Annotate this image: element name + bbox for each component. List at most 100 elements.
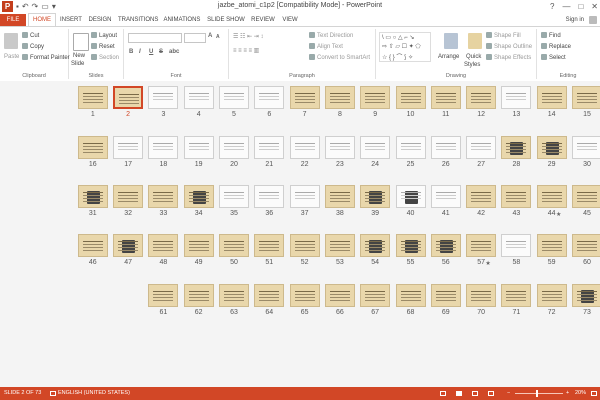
help-icon[interactable]: ? — [550, 0, 554, 13]
slide-thumbnail[interactable] — [395, 284, 426, 307]
slide-thumbnail[interactable] — [219, 234, 249, 257]
slide-thumbnail[interactable] — [501, 185, 532, 208]
slide-thumbnail[interactable] — [466, 136, 497, 159]
paste-icon[interactable] — [4, 33, 18, 49]
shape-fill-button[interactable]: Shape Fill — [486, 32, 521, 40]
bullets-icon[interactable]: ☰ ☷ ⇤ ⇥ ↕ — [233, 33, 263, 41]
slide-thumbnail[interactable] — [501, 284, 532, 307]
normal-view-icon[interactable] — [440, 391, 446, 396]
slide-thumbnail[interactable] — [536, 185, 567, 208]
font-size-field[interactable] — [184, 33, 206, 43]
slide-thumbnail[interactable] — [219, 136, 249, 159]
cut-button[interactable]: Cut — [22, 32, 39, 40]
layout-button[interactable]: Layout — [91, 32, 117, 40]
sign-in-link[interactable]: Sign in — [566, 14, 584, 26]
spellcheck-icon[interactable] — [50, 391, 56, 396]
italic-button[interactable]: I — [139, 49, 141, 55]
find-button[interactable]: Find — [541, 32, 561, 40]
slide-thumbnail[interactable] — [77, 86, 108, 109]
bold-button[interactable]: B — [129, 49, 133, 55]
slide-thumbnail[interactable] — [289, 234, 320, 257]
tab-view[interactable]: VIEW — [280, 14, 300, 26]
slide-thumbnail[interactable] — [324, 284, 355, 307]
shape-effects-button[interactable]: Shape Effects — [486, 54, 531, 62]
strikethrough-button[interactable]: S — [159, 49, 163, 55]
decrease-font-size-button[interactable]: A — [216, 34, 220, 40]
arrange-button[interactable]: Arrange — [438, 53, 459, 61]
tab-insert[interactable]: INSERT — [58, 14, 84, 26]
slide-thumbnail[interactable] — [77, 234, 108, 257]
avatar[interactable] — [589, 16, 597, 24]
slide-thumbnail[interactable] — [219, 185, 249, 208]
slide-thumbnail[interactable] — [254, 185, 285, 208]
text-shadow-button[interactable]: abc — [169, 49, 179, 55]
increase-font-size-button[interactable]: A — [208, 33, 212, 39]
zoom-out-button[interactable]: − — [507, 387, 510, 400]
slide-thumbnail[interactable] — [148, 234, 179, 257]
zoom-in-button[interactable]: + — [566, 387, 569, 400]
slide-thumbnail[interactable] — [148, 185, 179, 208]
select-button[interactable]: Select — [541, 54, 566, 62]
slide-thumbnail[interactable] — [430, 136, 461, 159]
slide-thumbnail[interactable] — [572, 234, 600, 257]
slide-thumbnail[interactable] — [324, 86, 355, 109]
zoom-level[interactable]: 20% — [575, 387, 586, 400]
new-slide-button-line1[interactable]: New — [73, 52, 85, 60]
slide-thumbnail[interactable] — [536, 86, 567, 109]
slide-thumbnail[interactable] — [254, 86, 285, 109]
slide-thumbnail[interactable] — [113, 136, 144, 159]
quick-styles-line2[interactable]: Styles — [464, 61, 480, 69]
replace-button[interactable]: Replace — [541, 43, 571, 51]
slide-thumbnail[interactable] — [536, 136, 567, 159]
text-direction-button[interactable]: Text Direction — [309, 32, 353, 40]
quick-styles-icon[interactable] — [468, 33, 482, 49]
slide-thumbnail[interactable] — [183, 185, 214, 208]
shapes-gallery[interactable]: \ ▭ ○ △ ⌐ ↘ ⇨ ⇧ ▱ ☐ ✦ ⬠ ☆ { } ⌒ ⟆ ✧ — [379, 32, 431, 62]
slide-thumbnail[interactable] — [572, 136, 600, 159]
slide-thumbnail[interactable] — [289, 136, 320, 159]
slide-thumbnail[interactable] — [572, 86, 600, 109]
slide-thumbnail[interactable] — [466, 86, 497, 109]
paste-button[interactable]: Paste — [4, 53, 19, 61]
minimize-icon[interactable]: — — [562, 0, 570, 13]
slide-thumbnail[interactable] — [113, 86, 144, 109]
slide-thumbnail[interactable] — [77, 136, 108, 159]
tab-slide-show[interactable]: SLIDE SHOW — [206, 14, 246, 26]
section-button[interactable]: Section — [91, 54, 119, 62]
slide-show-view-icon[interactable] — [488, 391, 494, 396]
slide-thumbnail[interactable] — [254, 284, 285, 307]
zoom-slider[interactable] — [515, 393, 563, 394]
tab-transitions[interactable]: TRANSITIONS — [118, 14, 158, 26]
slide-thumbnail[interactable] — [536, 284, 567, 307]
slide-thumbnail[interactable] — [113, 185, 144, 208]
slide-thumbnail[interactable] — [572, 185, 600, 208]
slide-thumbnail[interactable] — [183, 136, 214, 159]
zoom-slider-handle[interactable] — [536, 390, 538, 397]
slide-thumbnail[interactable] — [360, 234, 391, 257]
reset-button[interactable]: Reset — [91, 43, 115, 51]
align-icons[interactable]: ≡ ≡ ≡ ≡ ▥ — [233, 47, 259, 55]
language-indicator[interactable]: ENGLISH (UNITED STATES) — [58, 387, 130, 400]
slide-thumbnail[interactable] — [430, 234, 461, 257]
slide-thumbnail[interactable] — [536, 234, 567, 257]
new-slide-icon[interactable] — [73, 33, 89, 51]
slide-thumbnail[interactable] — [324, 136, 355, 159]
slide-thumbnail[interactable] — [360, 136, 391, 159]
slide-thumbnail[interactable] — [289, 86, 320, 109]
slide-thumbnail[interactable] — [395, 234, 426, 257]
tab-design[interactable]: DESIGN — [86, 14, 114, 26]
slide-thumbnail[interactable] — [501, 136, 532, 159]
slide-thumbnail[interactable] — [395, 185, 426, 208]
underline-button[interactable]: U — [149, 49, 153, 55]
align-text-button[interactable]: Align Text — [309, 43, 343, 51]
copy-button[interactable]: Copy — [22, 43, 44, 51]
slide-thumbnail[interactable] — [148, 136, 179, 159]
new-slide-button-line2[interactable]: Slide — [71, 60, 84, 68]
slide-thumbnail[interactable] — [324, 185, 355, 208]
tab-animations[interactable]: ANIMATIONS — [162, 14, 202, 26]
slide-thumbnail[interactable] — [466, 284, 497, 307]
slide-thumbnail[interactable] — [430, 185, 461, 208]
slide-thumbnail[interactable] — [501, 86, 532, 109]
maximize-icon[interactable]: □ — [578, 0, 583, 13]
slide-thumbnail[interactable] — [466, 234, 497, 257]
